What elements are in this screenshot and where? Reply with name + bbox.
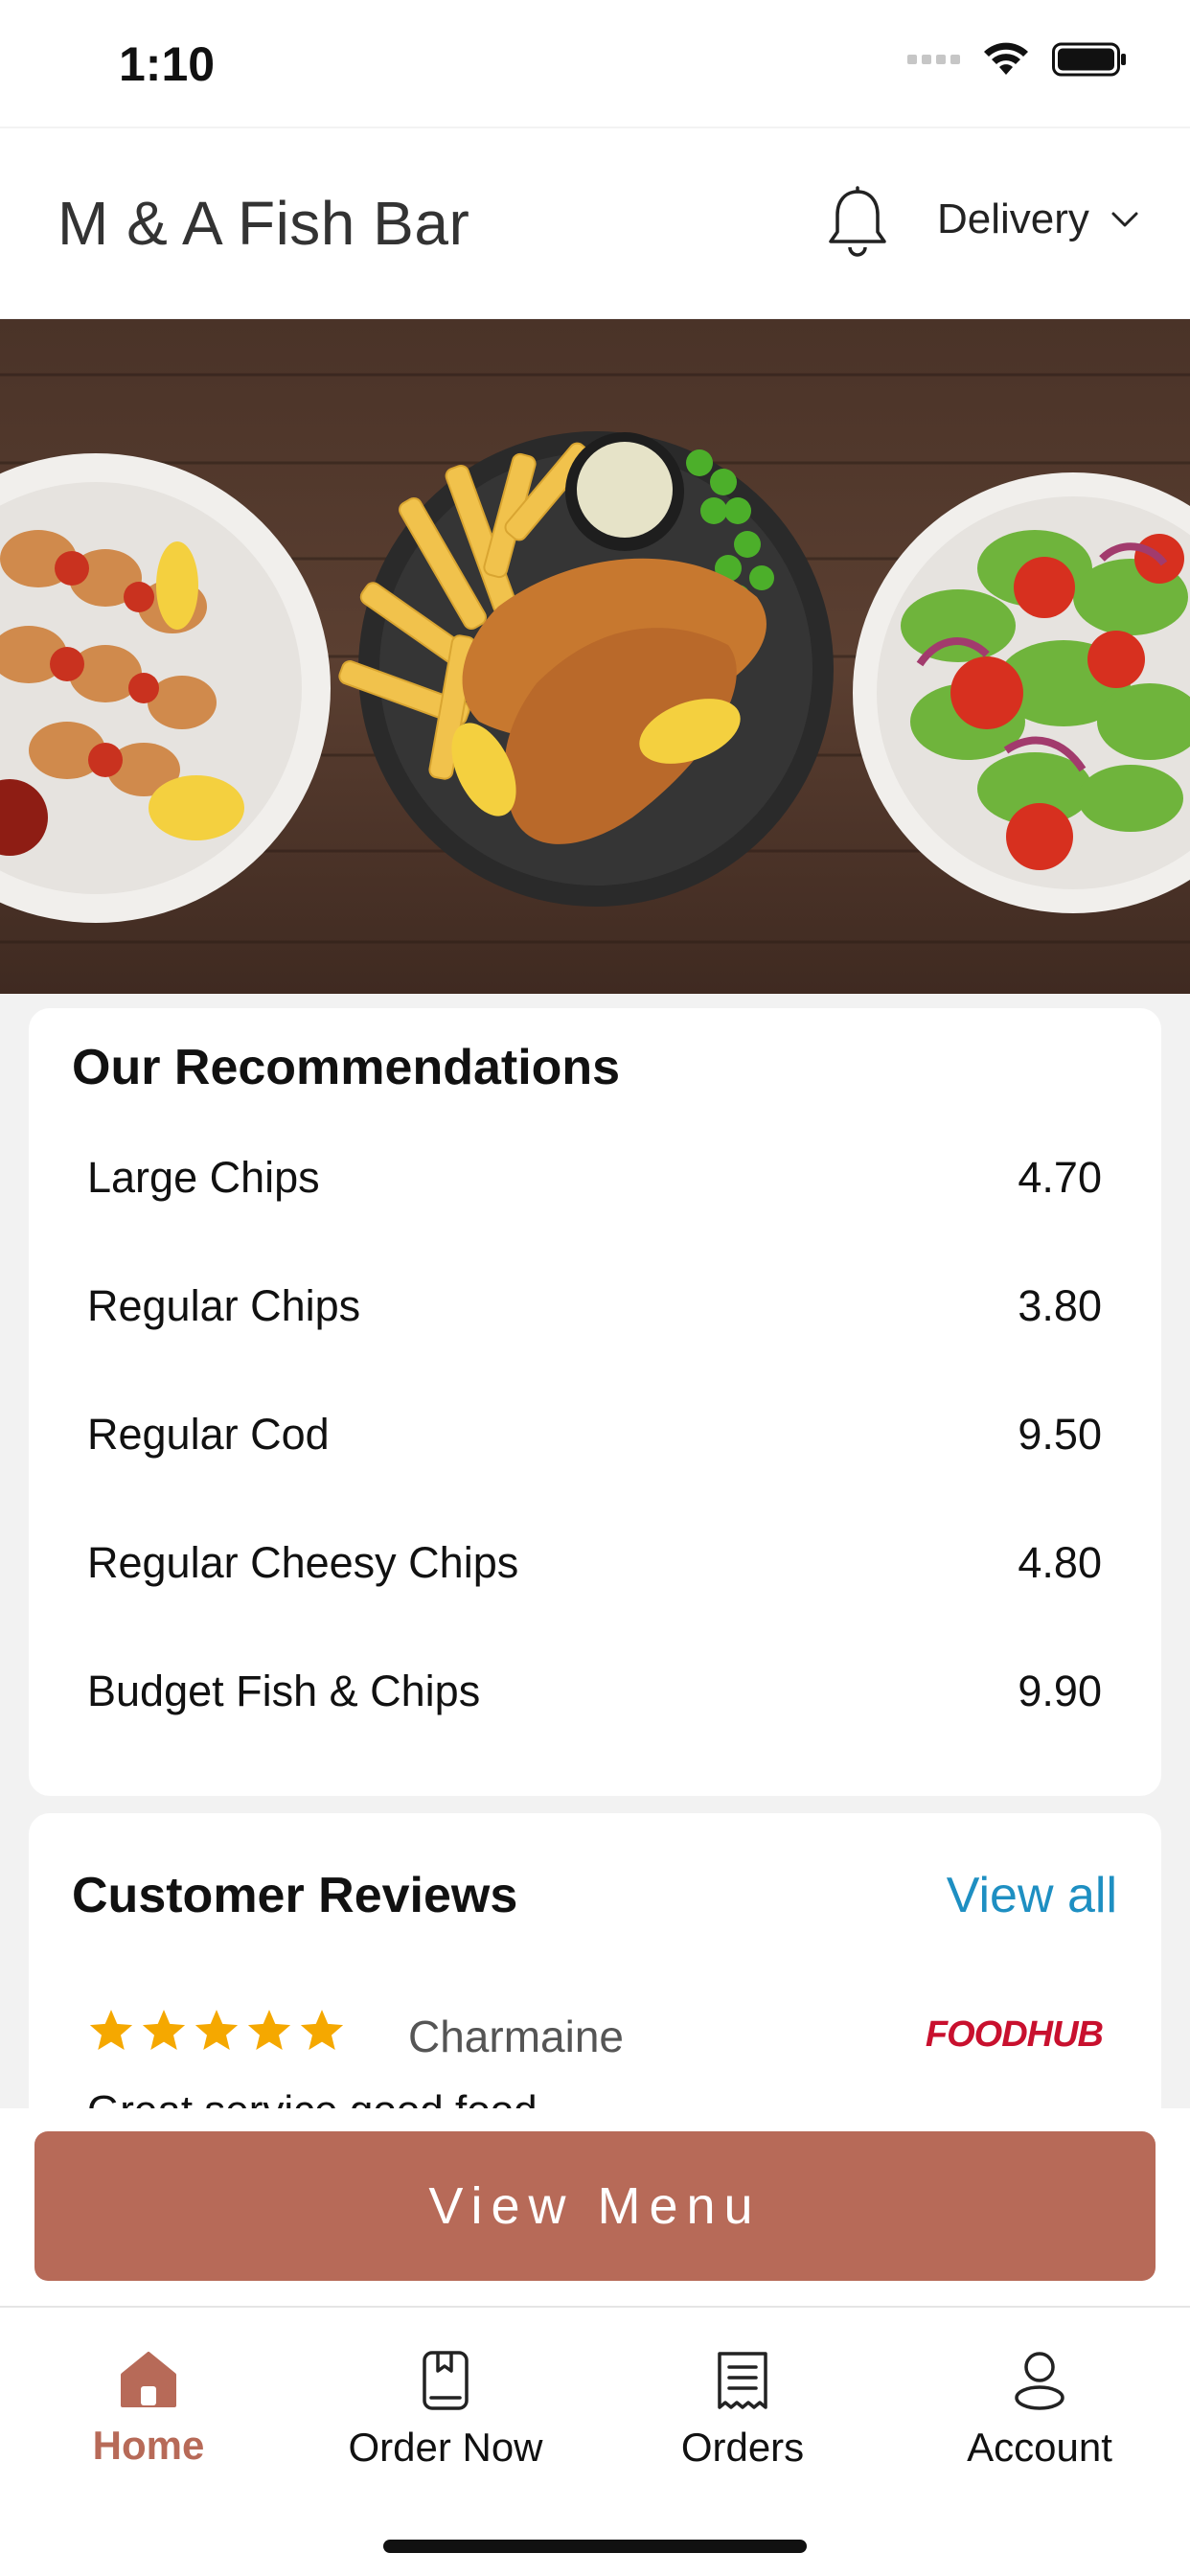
user-icon — [1015, 2352, 1064, 2410]
item-price: 9.50 — [1018, 1410, 1102, 1459]
item-name: Regular Chips — [87, 1281, 361, 1330]
list-item[interactable]: Regular Cod 9.50 — [29, 1370, 1161, 1499]
star-icon — [195, 2010, 239, 2050]
signal-icon — [907, 55, 960, 64]
status-icons — [907, 42, 1127, 77]
recommendations-title: Our Recommendations — [72, 1040, 621, 1095]
tab-label: Orders — [680, 2425, 805, 2470]
tab-orders[interactable]: Orders — [594, 2308, 891, 2499]
list-item[interactable]: Large Chips 4.70 — [29, 1114, 1161, 1242]
list-item[interactable]: Regular Cheesy Chips 4.80 — [29, 1499, 1161, 1627]
order-mode-label: Delivery — [937, 196, 1089, 242]
restaurant-name: M & A Fish Bar — [57, 189, 470, 258]
receipt-icon — [718, 2352, 767, 2409]
reviewer-name: Charmaine — [408, 2012, 624, 2061]
star-icon — [247, 2010, 291, 2050]
battery-icon — [1052, 42, 1126, 77]
bell-icon[interactable] — [824, 186, 891, 263]
recommendations-list: Large Chips 4.70 Regular Chips 3.80 Regu… — [29, 1114, 1161, 1756]
tab-home[interactable]: Home — [0, 2308, 297, 2499]
tab-bar: Home Order Now Orders Account — [0, 2308, 1190, 2528]
status-time: 1:10 — [119, 37, 216, 91]
home-indicator — [383, 2540, 807, 2553]
tab-label: Home — [92, 2423, 205, 2468]
chevron-down-icon — [1111, 212, 1138, 227]
order-mode-select[interactable]: Delivery — [937, 196, 1139, 243]
item-name: Budget Fish & Chips — [87, 1667, 481, 1715]
tab-label: Order Now — [348, 2425, 543, 2470]
item-name: Regular Cod — [87, 1410, 330, 1459]
recommendations-card: Our Recommendations Large Chips 4.70 Reg… — [29, 1008, 1161, 1796]
order-book-icon — [423, 2351, 469, 2410]
status-bar: 1:10 — [0, 0, 1190, 126]
hero-food-image — [0, 319, 1190, 994]
item-price: 4.70 — [1018, 1153, 1102, 1202]
review-item: Charmaine FOODHUB Great service good foo… — [87, 2007, 1104, 2134]
list-item[interactable]: Regular Chips 3.80 — [29, 1242, 1161, 1370]
home-icon — [121, 2352, 176, 2407]
star-icon — [142, 2010, 186, 2050]
item-name: Regular Cheesy Chips — [87, 1538, 519, 1587]
app-header: M & A Fish Bar Delivery — [0, 126, 1190, 318]
item-price: 3.80 — [1018, 1281, 1102, 1330]
star-icon — [300, 2010, 344, 2050]
bottom-panel: View Menu Home Order Now Orders Account — [0, 2108, 1190, 2576]
view-menu-button[interactable]: View Menu — [34, 2131, 1156, 2281]
tab-account[interactable]: Account — [891, 2308, 1188, 2499]
foodhub-logo: FOODHUB — [925, 2014, 1104, 2055]
item-price: 9.90 — [1018, 1667, 1102, 1715]
tab-label: Account — [967, 2425, 1112, 2470]
wifi-icon — [984, 42, 1028, 75]
list-item[interactable]: Budget Fish & Chips 9.90 — [29, 1627, 1161, 1756]
item-name: Large Chips — [87, 1153, 320, 1202]
reviews-title: Customer Reviews — [72, 1868, 518, 1923]
item-price: 4.80 — [1018, 1538, 1102, 1587]
tab-order-now[interactable]: Order Now — [297, 2308, 594, 2499]
view-all-reviews-link[interactable]: View all — [947, 1867, 1117, 1924]
star-icon — [89, 2010, 133, 2050]
